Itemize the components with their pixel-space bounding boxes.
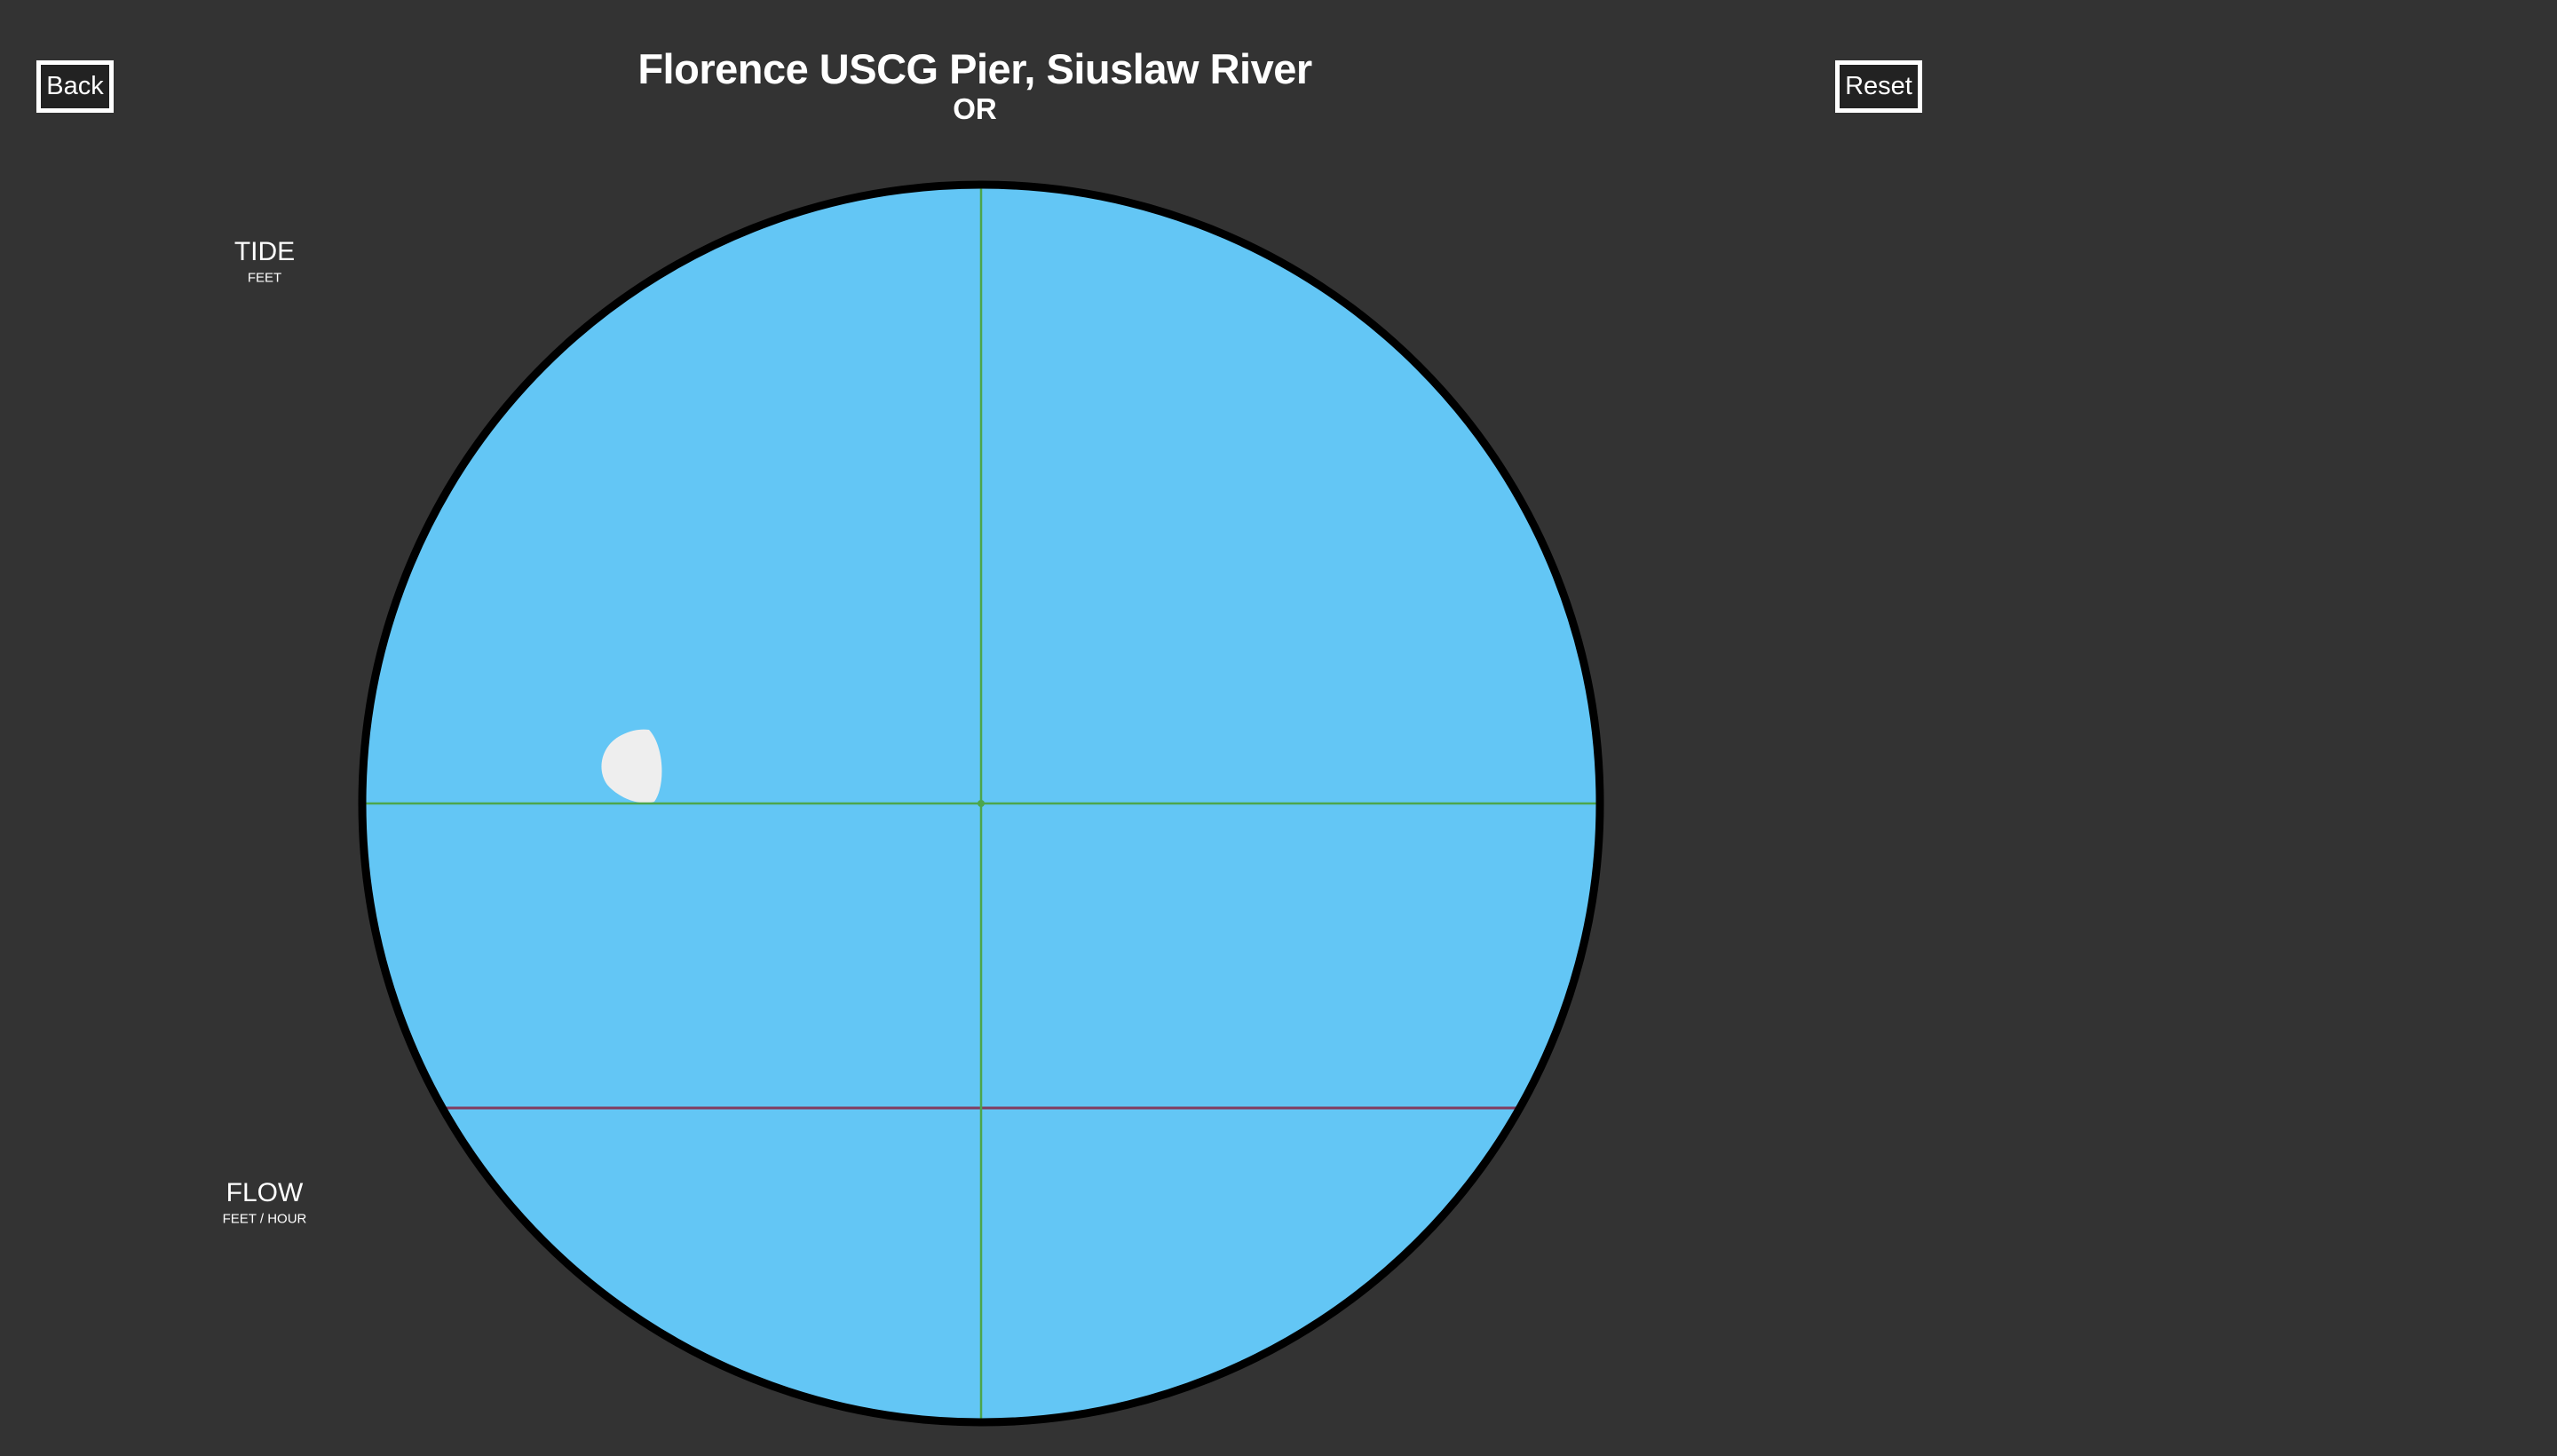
flow-gauge-title: FLOW <box>226 1178 304 1207</box>
grid-center-dot <box>978 800 985 807</box>
flow-gauge <box>114 1122 416 1424</box>
clock <box>1543 180 1845 482</box>
tide-gauge <box>114 181 416 483</box>
tide-gauge-unit: FEET <box>247 270 282 286</box>
flow-gauge-unit: FEET / HOUR <box>222 1211 307 1227</box>
tide-gauge-title: TIDE <box>234 237 296 266</box>
